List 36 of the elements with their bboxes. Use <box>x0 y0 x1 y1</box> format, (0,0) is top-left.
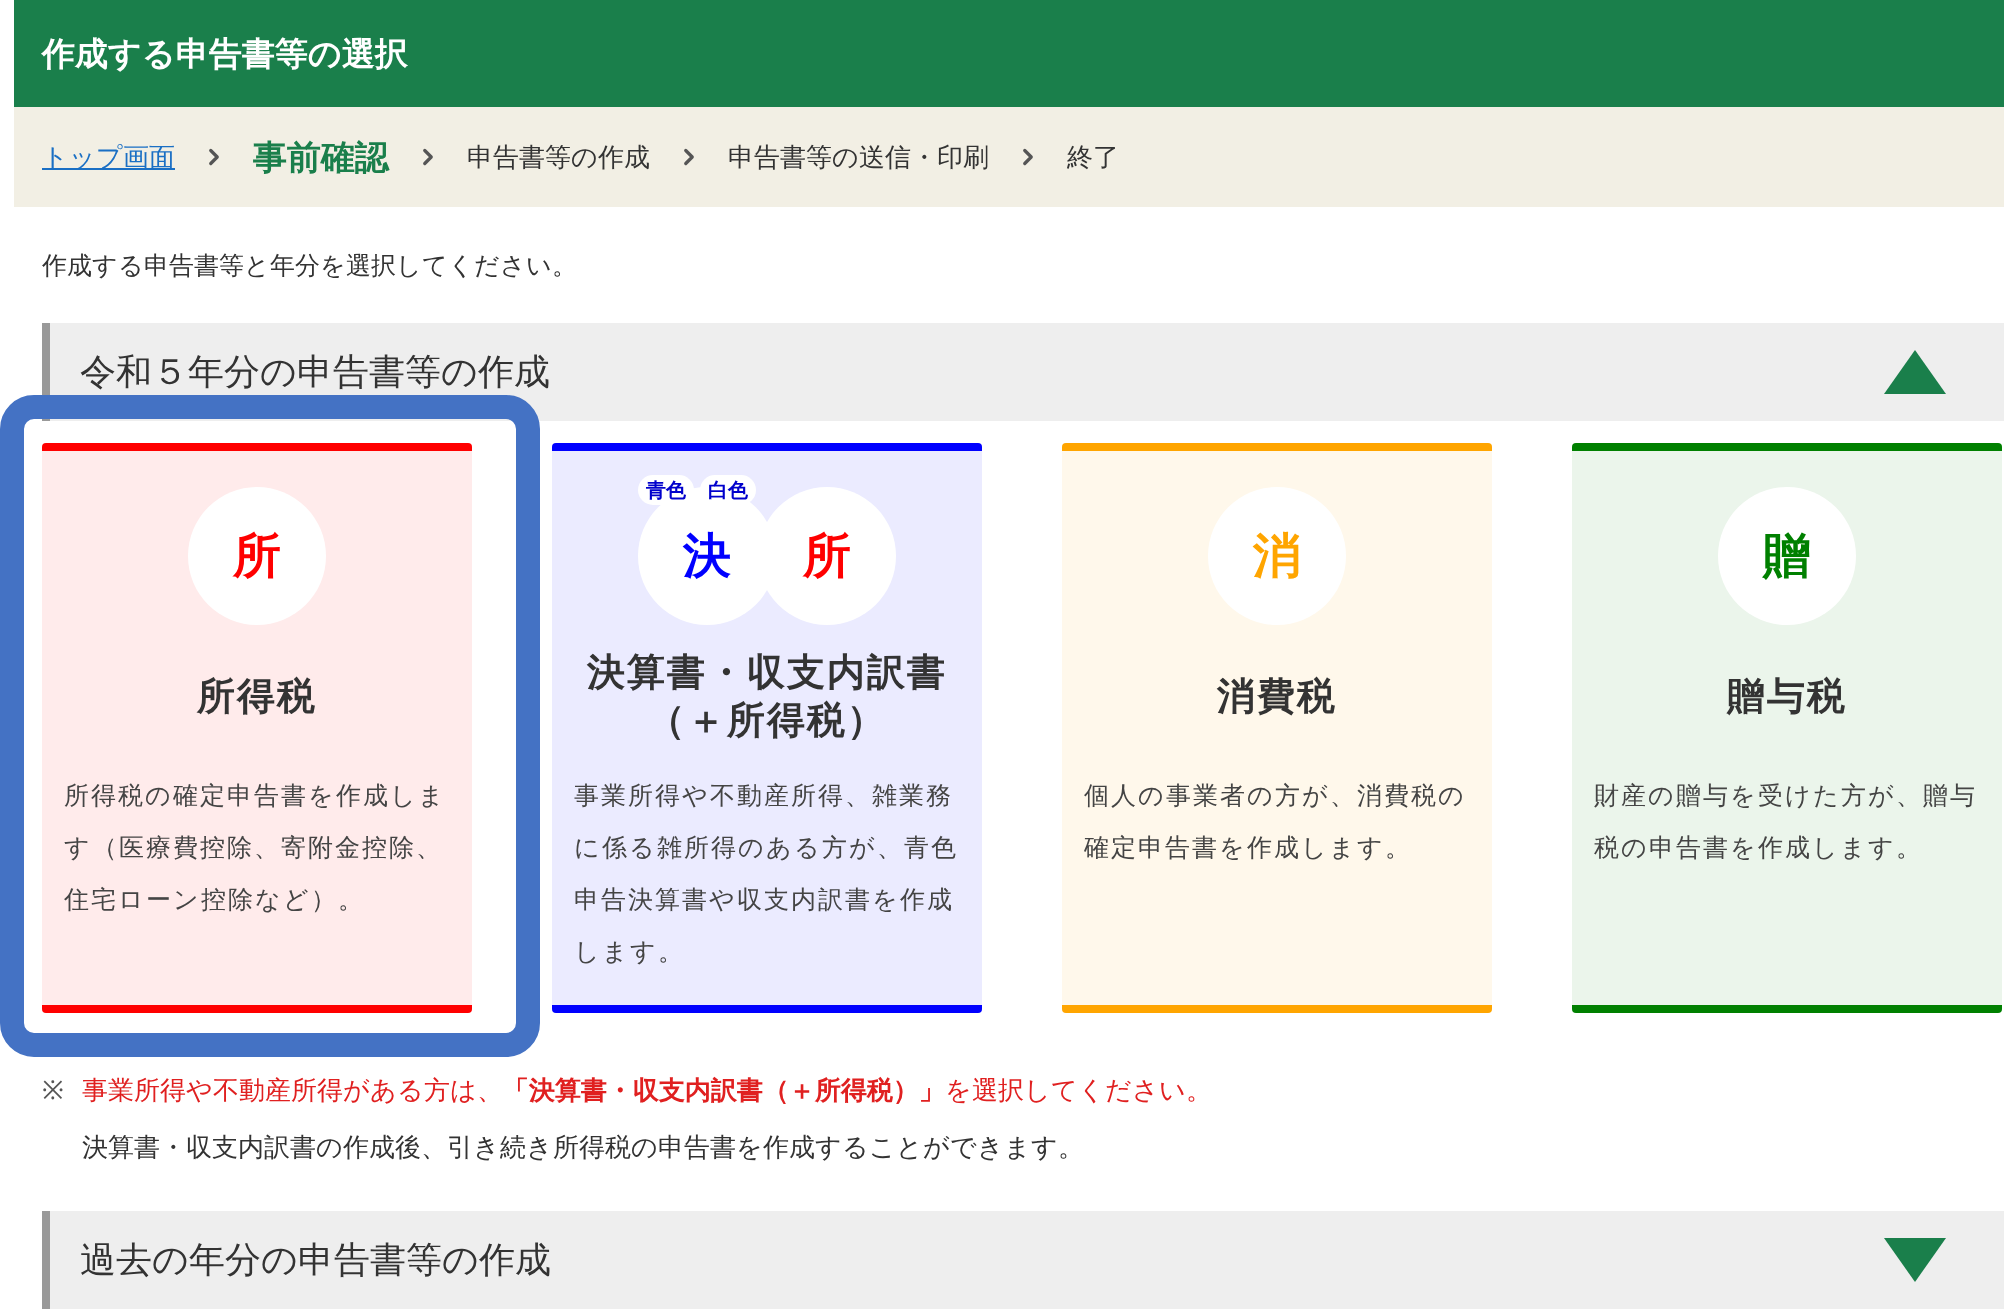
section-title: 令和５年分の申告書等の作成 <box>80 349 550 394</box>
note-mark: ※ <box>42 1073 64 1107</box>
tax-icon-character: 贈 <box>1763 527 1811 584</box>
breadcrumb-step: 終了 <box>1067 137 1119 177</box>
tax-type-card[interactable]: 贈 贈与税 財産の贈与を受けた方が、贈与税の申告書を作成します。 <box>1572 442 2002 1013</box>
tax-icon-character: 消 <box>1253 527 1301 584</box>
card-title: 贈与税 <box>1727 673 1847 719</box>
expand-triangle-icon[interactable] <box>1884 1237 1946 1282</box>
card-title: 消費税 <box>1217 673 1337 719</box>
card-description: 個人の事業者の方が、消費税の確定申告書を作成します。 <box>1084 779 1467 863</box>
card-title: （＋所得税） <box>647 697 887 743</box>
card-description: 事業所得や不動産所得、雑業務に係る雑所得のある方が、青色申告決算書や収支内訳書を作成します。 <box>574 779 959 967</box>
tax-type-card[interactable]: 消 消費税 個人の事業者の方が、消費税の確定申告書を作成します。 <box>1062 442 1492 1013</box>
breadcrumb-link[interactable]: トップ画面 <box>42 137 175 177</box>
note-text: 決算書・収支内訳書の作成後、引き続き所得税の申告書を作成することができます。 <box>82 1130 1085 1164</box>
card-title: 所得税 <box>197 673 317 719</box>
section-header[interactable]: 令和５年分の申告書等の作成 <box>42 322 2004 421</box>
tax-type-card[interactable]: 所 所得税 所得税の確定申告書を作成します（医療費控除、寄附金控除、住宅ローン控除など）。 <box>42 442 472 1013</box>
instruction-text: 作成する申告書等と年分を選択してください。 <box>42 250 578 281</box>
breadcrumb-step: 申告書等の送信・印刷 <box>728 137 989 177</box>
breadcrumb-current-step: 事前確認 <box>253 131 389 183</box>
breadcrumb-step: 申告書等の作成 <box>467 137 650 177</box>
tax-icon-character: 所 <box>233 527 281 584</box>
note-text: 事業所得や不動産所得がある方は、「決算書・収支内訳書（＋所得税）」を選択してください。 <box>82 1073 1212 1107</box>
page-title: 作成する申告書等の選択 <box>42 33 408 74</box>
card-description: 財産の贈与を受けた方が、贈与税の申告書を作成します。 <box>1594 779 1978 863</box>
tax-icon-character: 決 <box>683 527 731 584</box>
tax-category-tag: 白色 <box>700 474 756 505</box>
tax-icon-character: 所 <box>803 527 851 584</box>
collapse-triangle-icon[interactable] <box>1884 349 1946 394</box>
section-title: 過去の年分の申告書等の作成 <box>80 1237 551 1282</box>
tax-category-tag: 青色 <box>638 474 694 505</box>
card-title: 決算書・収支内訳書 <box>587 649 947 695</box>
card-description: 所得税の確定申告書を作成します（医療費控除、寄附金控除、住宅ローン控除など）。 <box>64 779 447 915</box>
section-header[interactable]: 過去の年分の申告書等の作成 <box>42 1210 2004 1309</box>
tax-type-card[interactable]: 青色 白色 決 所 決算書・収支内訳書 （＋所得税） 事業所得や不動産所得、雑業務に係る雑所得のある方が、青色申告決算書や収支内訳書を作成します。 <box>552 442 982 1013</box>
